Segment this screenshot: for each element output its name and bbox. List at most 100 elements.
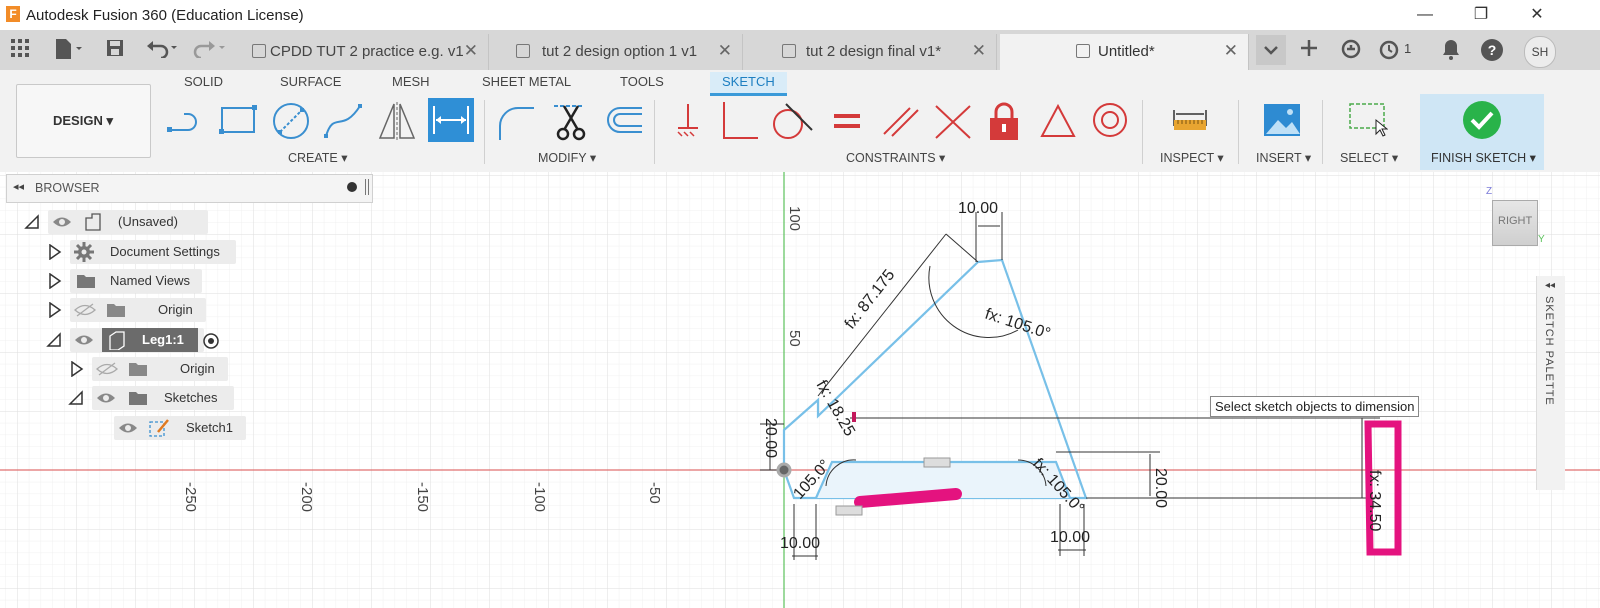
notifications-bell-icon[interactable] — [1438, 38, 1464, 62]
browser-header[interactable]: ◂◂ BROWSER — [6, 174, 373, 203]
x-tick-label: -200 — [298, 482, 315, 512]
tab-label: tut 2 design option 1 v1 — [542, 43, 698, 60]
constraints-menu[interactable]: CONSTRAINTS ▾ — [846, 150, 945, 165]
equal-constraint-icon[interactable] — [830, 100, 870, 142]
job-count: 1 — [1404, 41, 1412, 56]
dimension-left-height: 20.00 — [762, 418, 779, 458]
user-avatar[interactable]: SH — [1524, 36, 1556, 68]
minimize-button[interactable]: — — [1402, 0, 1448, 30]
new-tab-plus-icon[interactable] — [1294, 38, 1324, 62]
finish-check-icon — [1463, 101, 1501, 139]
folder-icon — [77, 275, 95, 288]
expanded-triangle-icon — [46, 332, 61, 347]
tangent-constraint-icon[interactable] — [768, 100, 813, 142]
close-button[interactable]: ✕ — [1514, 0, 1560, 30]
close-tab-icon[interactable]: ✕ — [718, 41, 732, 61]
tab-tools[interactable]: TOOLS — [620, 74, 664, 89]
tab-label: Untitled* — [1098, 43, 1155, 60]
browser-item-label: Named Views — [110, 273, 190, 288]
sketch-palette-panel[interactable]: ◂◂ SKETCH PALETTE — [1536, 276, 1565, 490]
close-tab-icon[interactable]: ✕ — [972, 41, 986, 61]
mirror-tool-icon[interactable] — [376, 100, 416, 142]
job-status-icon[interactable]: 1 — [1378, 38, 1418, 62]
select-window-icon[interactable] — [1346, 100, 1389, 142]
rectangle-tool-icon[interactable] — [218, 100, 258, 142]
offset-tool-icon[interactable] — [602, 100, 642, 142]
markup-stroke — [854, 488, 962, 508]
select-menu[interactable]: SELECT ▾ — [1340, 150, 1398, 165]
concentric-constraint-icon[interactable] — [1090, 100, 1130, 142]
x-tick-label: -50 — [646, 482, 663, 504]
browser-item-label: Document Settings — [110, 244, 220, 259]
view-cube[interactable]: RIGHT — [1492, 200, 1538, 246]
eye-icon — [53, 217, 71, 227]
insert-image-icon[interactable] — [1262, 100, 1302, 142]
measure-ruler-icon[interactable] — [1170, 100, 1210, 142]
create-menu[interactable]: CREATE ▾ — [288, 150, 348, 165]
folder-icon — [107, 304, 125, 317]
design-cube-icon — [252, 44, 266, 58]
tab-untitled[interactable]: Untitled* ✕ — [1000, 34, 1249, 70]
x-tick-label: -250 — [182, 482, 199, 512]
close-tab-icon[interactable]: ✕ — [464, 41, 478, 61]
save-icon[interactable] — [104, 38, 126, 62]
expand-chevron-icon[interactable]: ◂◂ — [1545, 280, 1555, 291]
insert-menu[interactable]: INSERT ▾ — [1256, 150, 1311, 165]
restore-button[interactable]: ❐ — [1458, 0, 1504, 30]
ribbon-divider — [1238, 100, 1239, 164]
window-title: Autodesk Fusion 360 (Education License) — [26, 7, 304, 24]
extensions-icon[interactable] — [1336, 38, 1366, 62]
tab-overflow-chevron-icon[interactable] — [1256, 35, 1286, 65]
finish-sketch-button[interactable]: FINISH SKETCH ▾ — [1420, 94, 1544, 170]
tab-cpdd-tut-2[interactable]: CPDD TUT 2 practice e.g. v1 ✕ — [244, 34, 489, 70]
file-icon[interactable] — [52, 38, 86, 62]
workspace-label: DESIGN ▾ — [53, 113, 113, 128]
symmetry-triangle-icon[interactable] — [1038, 100, 1078, 142]
ribbon-divider — [1142, 100, 1143, 164]
expanded-triangle-icon — [24, 214, 39, 229]
minimize-panel-icon[interactable] — [347, 182, 357, 192]
perpendicular-constraint-icon[interactable] — [718, 100, 758, 142]
tab-mesh[interactable]: MESH — [392, 74, 430, 89]
dimension-bottom-right-width: 10.00 — [1050, 529, 1090, 546]
workspace-switcher[interactable]: DESIGN ▾ — [16, 84, 151, 158]
parallel-constraint-icon[interactable] — [880, 100, 920, 142]
component-icon — [85, 213, 101, 231]
grid-icon[interactable] — [8, 38, 32, 62]
inspect-menu[interactable]: INSPECT ▾ — [1160, 150, 1224, 165]
help-icon[interactable]: ? — [1478, 38, 1506, 62]
sketch-dimension-tool-icon[interactable] — [428, 98, 474, 142]
folder-icon — [129, 392, 147, 405]
line-tool-icon[interactable] — [166, 100, 206, 142]
tab-sketch[interactable]: SKETCH — [710, 72, 787, 96]
design-cube-icon — [516, 44, 530, 58]
activate-radio-icon — [203, 333, 219, 349]
close-tab-icon[interactable]: ✕ — [1224, 41, 1238, 61]
design-cube-icon — [1076, 44, 1090, 58]
panel-resize-handle-icon[interactable] — [365, 179, 369, 195]
tab-label: tut 2 design final v1* — [806, 43, 942, 60]
sketch-canvas[interactable]: -250 -200 -150 -100 -50 100 50 10.00 fx:… — [0, 172, 1600, 608]
tab-surface[interactable]: SURFACE — [280, 74, 341, 89]
collinear-constraint-icon[interactable] — [932, 100, 972, 142]
tab-tut-2-option-1[interactable]: tut 2 design option 1 v1 ✕ — [492, 34, 743, 70]
tab-solid[interactable]: SOLID — [184, 74, 223, 89]
undo-icon[interactable] — [144, 38, 182, 62]
fillet-tool-icon[interactable] — [496, 100, 536, 142]
tab-sheet-metal[interactable]: SHEET METAL — [482, 74, 571, 89]
coincident-constraint-icon[interactable] — [668, 100, 708, 142]
circle-tool-icon[interactable] — [270, 100, 310, 142]
hidden-eye-icon — [96, 362, 118, 376]
y-tick-label: 100 — [786, 206, 803, 231]
collapse-chevron-icon[interactable]: ◂◂ — [13, 180, 24, 193]
spline-tool-icon[interactable] — [322, 100, 362, 142]
browser-item-label: Origin — [158, 302, 193, 317]
fix-lock-icon[interactable] — [986, 100, 1026, 142]
tab-tut-2-final[interactable]: tut 2 design final v1* ✕ — [746, 34, 997, 70]
trim-tool-icon[interactable] — [550, 100, 590, 142]
browser-item-label: Leg1:1 — [142, 332, 184, 347]
modify-menu[interactable]: MODIFY ▾ — [538, 150, 596, 165]
design-cube-icon — [782, 44, 796, 58]
ribbon-divider — [654, 100, 655, 164]
redo-icon[interactable] — [192, 38, 230, 62]
